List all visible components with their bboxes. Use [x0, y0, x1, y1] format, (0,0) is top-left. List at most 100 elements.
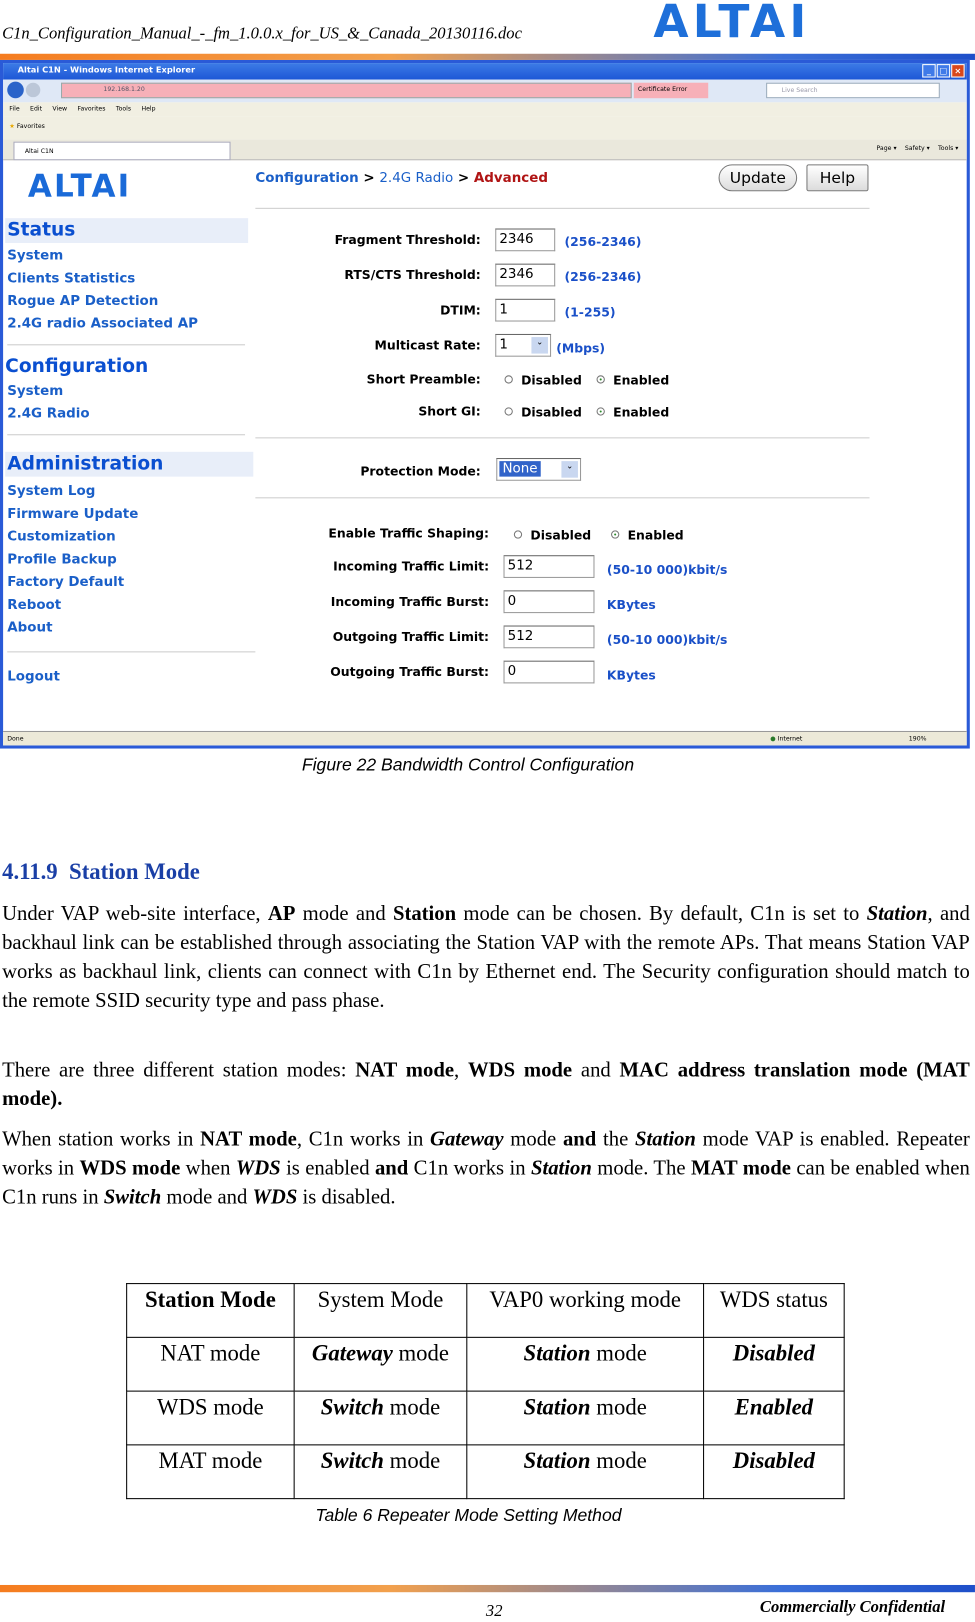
page-menu[interactable]: Page ▾	[876, 145, 896, 152]
tools-menu[interactable]: Tools ▾	[938, 145, 958, 152]
breadcrumb-advanced: Advanced	[473, 170, 548, 187]
zoom-level[interactable]: 190%	[909, 735, 927, 742]
radio-label: Disabled	[521, 405, 582, 420]
rts-threshold-input[interactable]: 2346	[495, 263, 556, 287]
radio-label: Enabled	[627, 528, 684, 543]
maximize-button[interactable]: □	[936, 64, 951, 78]
nav-firmware-update[interactable]: Firmware Update	[7, 507, 138, 523]
radio-checked-icon	[596, 407, 605, 416]
browser-window: Altai C1N - Windows Internet Explorer _ □…	[0, 59, 970, 749]
menu-edit[interactable]: Edit	[30, 105, 42, 113]
nav-rogue-ap[interactable]: Rogue AP Detection	[7, 294, 158, 310]
menu-view[interactable]: View	[52, 105, 67, 113]
nav-clients-statistics[interactable]: Clients Statistics	[7, 271, 135, 287]
menu-file[interactable]: File	[9, 105, 19, 113]
incoming-limit-label: Incoming Traffic Limit:	[333, 559, 490, 574]
url-input[interactable]: 192.168.1.20	[61, 82, 632, 99]
certificate-error[interactable]: Certificate Error	[633, 82, 709, 99]
breadcrumb-configuration[interactable]: Configuration	[255, 171, 358, 187]
confidential-note: Commercially Confidential	[759, 1598, 946, 1616]
breadcrumb-radio[interactable]: 2.4G Radio	[379, 171, 453, 187]
forward-icon[interactable]	[25, 82, 41, 98]
safety-menu[interactable]: Safety ▾	[905, 145, 930, 152]
nav-profile-backup[interactable]: Profile Backup	[7, 552, 116, 568]
shaping-enabled-radio[interactable]: Enabled	[611, 528, 684, 543]
fragment-threshold-input[interactable]: 2346	[495, 228, 556, 252]
preamble-disabled-radio[interactable]: Disabled	[504, 373, 582, 388]
paragraph-intro: Under VAP web-site interface, AP mode an…	[2, 902, 970, 1013]
altai-app-logo: ALTAI	[27, 168, 132, 205]
header-cell: WDS status	[703, 1283, 845, 1338]
header-cell: VAP0 working mode	[466, 1283, 705, 1338]
outgoing-burst-input[interactable]: 0	[503, 660, 595, 684]
nav-config-system[interactable]: System	[7, 384, 63, 400]
nav-system-log[interactable]: System Log	[7, 484, 95, 500]
protection-mode-select[interactable]: None ⌄	[496, 458, 582, 481]
cell: NAT mode	[126, 1336, 295, 1392]
dtim-input[interactable]: 1	[495, 298, 556, 322]
breadcrumb-sep: >	[363, 170, 375, 187]
section-number: 4.11.9	[2, 858, 58, 884]
table-row: NAT mode Gateway mode Station mode Disabled	[126, 1336, 845, 1392]
gi-disabled-radio[interactable]: Disabled	[504, 405, 582, 420]
rts-range: (256-2346)	[564, 269, 642, 285]
nav-configuration[interactable]: Configuration	[5, 356, 148, 378]
radio-label: Disabled	[530, 528, 592, 543]
nav-reboot[interactable]: Reboot	[7, 598, 61, 614]
incoming-limit-input[interactable]: 512	[503, 555, 595, 578]
dtim-range: (1-255)	[564, 305, 616, 320]
multicast-rate-select[interactable]: 1 ⌄	[495, 333, 552, 357]
menu-help[interactable]: Help	[141, 105, 155, 113]
nav-status-system[interactable]: System	[7, 248, 63, 264]
menu-tools[interactable]: Tools	[116, 105, 131, 113]
outgoing-burst-label: Outgoing Traffic Burst:	[330, 664, 490, 680]
preamble-enabled-radio[interactable]: Enabled	[596, 373, 670, 388]
status-bar: Done ● Internet 190%	[3, 730, 967, 746]
nav-associated-ap[interactable]: 2.4G radio Associated AP	[7, 316, 198, 332]
gi-enabled-radio[interactable]: Enabled	[596, 405, 669, 420]
outgoing-limit-input[interactable]: 512	[503, 625, 595, 649]
cell: WDS mode	[126, 1390, 295, 1446]
nav-administration[interactable]: Administration	[7, 453, 163, 475]
nav-customization[interactable]: Customization	[7, 529, 115, 545]
update-button[interactable]: Update	[718, 164, 798, 192]
shaping-disabled-radio[interactable]: Disabled	[513, 528, 592, 543]
help-button[interactable]: Help	[806, 164, 869, 192]
nav-about[interactable]: About	[7, 620, 52, 636]
radio-label: Enabled	[613, 373, 670, 388]
short-gi-label: Short GI:	[418, 404, 481, 419]
table-caption: Table 6 Repeater Mode Setting Method	[315, 1505, 622, 1526]
breadcrumb-sep: >	[457, 170, 470, 187]
page-number: 32	[485, 1602, 503, 1621]
nav-status[interactable]: Status	[7, 219, 75, 241]
search-input[interactable]: Live Search	[766, 82, 940, 99]
close-button[interactable]: ×	[951, 64, 965, 78]
minimize-button[interactable]: _	[922, 64, 936, 78]
radio-icon	[504, 407, 513, 416]
section-heading: 4.11.9 Station Mode	[2, 858, 200, 885]
cell: Station mode	[466, 1444, 705, 1500]
nav-logout[interactable]: Logout	[7, 669, 60, 685]
cell: Station mode	[466, 1390, 705, 1446]
dtim-label: DTIM:	[440, 302, 481, 318]
menu-favorites[interactable]: Favorites	[77, 105, 105, 113]
multicast-value: 1	[499, 337, 508, 353]
chevron-down-icon: ⌄	[561, 461, 578, 478]
cell: Switch mode	[293, 1444, 468, 1500]
cell: Switch mode	[293, 1390, 468, 1446]
table-row: MAT mode Switch mode Station mode Disabled	[126, 1444, 845, 1500]
incoming-burst-unit: KBytes	[606, 597, 656, 613]
altai-logo: ALTAI	[653, 0, 806, 41]
incoming-burst-input[interactable]: 0	[503, 590, 595, 614]
paragraph-modes: There are three different station modes:…	[2, 1058, 970, 1111]
cell: Station mode	[466, 1336, 705, 1392]
nav-factory-default[interactable]: Factory Default	[7, 575, 124, 591]
multicast-rate-label: Multicast Rate:	[374, 338, 481, 353]
window-title: Altai C1N - Windows Internet Explorer	[17, 65, 196, 75]
tab-altai[interactable]: Altai C1N	[13, 141, 231, 161]
radio-checked-icon	[596, 375, 605, 384]
nav-config-radio[interactable]: 2.4G Radio	[7, 406, 89, 422]
zone-text: Internet	[777, 735, 803, 743]
back-icon[interactable]	[7, 81, 24, 99]
favorites-button[interactable]: Favorites	[17, 123, 45, 130]
